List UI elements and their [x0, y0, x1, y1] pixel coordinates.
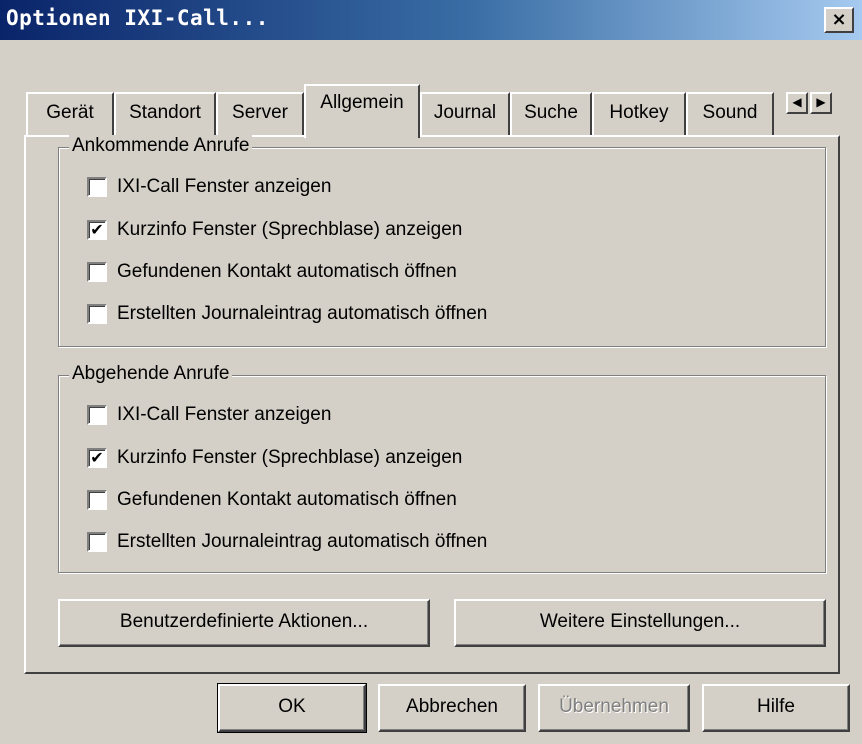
tab-label: Allgemein — [320, 92, 404, 113]
checkbox-label: IXI-Call Fenster anzeigen — [117, 176, 332, 197]
cancel-button[interactable]: Abbrechen — [378, 684, 526, 732]
tab-label: Server — [232, 102, 288, 123]
tab-scroll-left-button[interactable]: ◀ — [786, 92, 808, 114]
close-button[interactable]: × — [824, 7, 854, 33]
arrow-left-icon: ◀ — [792, 95, 802, 109]
tab-suche[interactable]: Suche — [510, 92, 592, 136]
checkbox[interactable] — [87, 405, 107, 425]
tab-label: Suche — [524, 102, 578, 123]
title-bar[interactable]: Optionen IXI-Call... × — [0, 0, 862, 40]
apply-button[interactable]: Übernehmen — [538, 684, 690, 732]
group-title: Ankommende Anrufe — [69, 135, 253, 157]
checkbox[interactable] — [87, 532, 107, 552]
checkbox[interactable]: ✔ — [87, 220, 107, 240]
checkbox-label: IXI-Call Fenster anzeigen — [117, 404, 332, 425]
tab-journal[interactable]: Journal — [420, 92, 510, 136]
outgoing-calls-group: Abgehende Anrufe IXI-Call Fenster anzeig… — [58, 363, 826, 573]
ok-button[interactable]: OK — [217, 683, 367, 733]
tab-hotkey[interactable]: Hotkey — [592, 92, 686, 136]
tab-standort[interactable]: Standort — [114, 92, 216, 136]
tab-label: Sound — [702, 102, 758, 123]
tab-sound[interactable]: Sound — [686, 92, 774, 136]
more-settings-button[interactable]: Weitere Einstellungen... — [454, 599, 826, 647]
checkbox[interactable] — [87, 304, 107, 324]
checkbox-label: Kurzinfo Fenster (Sprechblase) anzeigen — [117, 219, 463, 240]
checkbox-label: Gefundenen Kontakt automatisch öffnen — [117, 261, 457, 282]
tab-label: Gerät — [46, 102, 94, 123]
tab-panel-allgemein: Ankommende Anrufe IXI-Call Fenster anzei… — [24, 135, 840, 674]
checkbox[interactable] — [87, 490, 107, 510]
window-title: Optionen IXI-Call... — [6, 6, 269, 30]
custom-actions-button[interactable]: Benutzerdefinierte Aktionen... — [58, 599, 430, 647]
checkbox[interactable]: ✔ — [87, 448, 107, 468]
incoming-calls-group: Ankommende Anrufe IXI-Call Fenster anzei… — [58, 135, 826, 347]
tab-label: Hotkey — [609, 102, 669, 123]
checkbox-label: Erstellten Journaleintrag automatisch öf… — [117, 531, 488, 552]
checkbox-label: Gefundenen Kontakt automatisch öffnen — [117, 489, 457, 510]
checkbox-label: Kurzinfo Fenster (Sprechblase) anzeigen — [117, 447, 463, 468]
group-title: Abgehende Anrufe — [69, 363, 233, 385]
tab-server[interactable]: Server — [216, 92, 304, 136]
checkbox-label: Erstellten Journaleintrag automatisch öf… — [117, 303, 488, 324]
tab-label: Standort — [129, 102, 201, 123]
help-button[interactable]: Hilfe — [702, 684, 850, 732]
close-icon: × — [831, 9, 847, 30]
tab-geraet[interactable]: Gerät — [26, 92, 114, 136]
tab-scroll-right-button[interactable]: ▶ — [810, 92, 832, 114]
arrow-right-icon: ▶ — [816, 95, 826, 109]
checkbox[interactable] — [87, 262, 107, 282]
checkbox[interactable] — [87, 177, 107, 197]
tab-allgemein[interactable]: Allgemein — [304, 84, 420, 138]
options-dialog: Optionen IXI-Call... × Gerät Standort Se… — [0, 0, 862, 744]
tab-label: Journal — [433, 102, 497, 123]
